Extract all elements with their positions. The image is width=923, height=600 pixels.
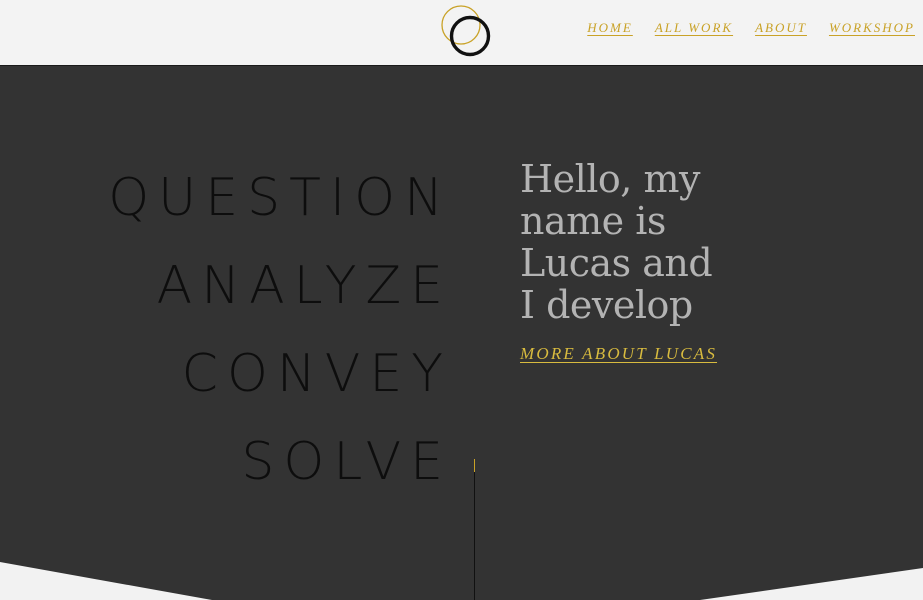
hero-section: QUESTION ANALYZE CONVEY SOLVE Hello, my … (0, 66, 923, 600)
vertical-divider (474, 459, 475, 600)
site-header: HOME ALL WORK ABOUT WORKSHOP (0, 0, 923, 66)
intro-line: I develop (520, 283, 693, 327)
more-about-link[interactable]: MORE ABOUT LUCAS (520, 344, 717, 364)
intro-line: Hello, my (520, 157, 700, 201)
nav-workshop-link[interactable]: WORKSHOP (829, 20, 915, 36)
logo-icon[interactable] (438, 3, 494, 59)
value-solve: SOLVE (241, 432, 452, 492)
values-list: QUESTION ANALYZE CONVEY SOLVE (108, 154, 443, 506)
value-convey: CONVEY (181, 344, 452, 404)
nav-about-link[interactable]: ABOUT (755, 20, 807, 36)
value-question: QUESTION (108, 168, 452, 228)
intro-line: Lucas and (520, 241, 713, 285)
nav-home-link[interactable]: HOME (587, 20, 633, 36)
nav-all-work-link[interactable]: ALL WORK (655, 20, 733, 36)
divider-accent-mark (474, 459, 475, 472)
intro-line: name is (520, 199, 666, 243)
intro-heading: Hello, my name is Lucas and I develop (520, 158, 760, 326)
main-nav: HOME ALL WORK ABOUT WORKSHOP (587, 20, 915, 36)
value-analyze: ANALYZE (156, 256, 452, 316)
